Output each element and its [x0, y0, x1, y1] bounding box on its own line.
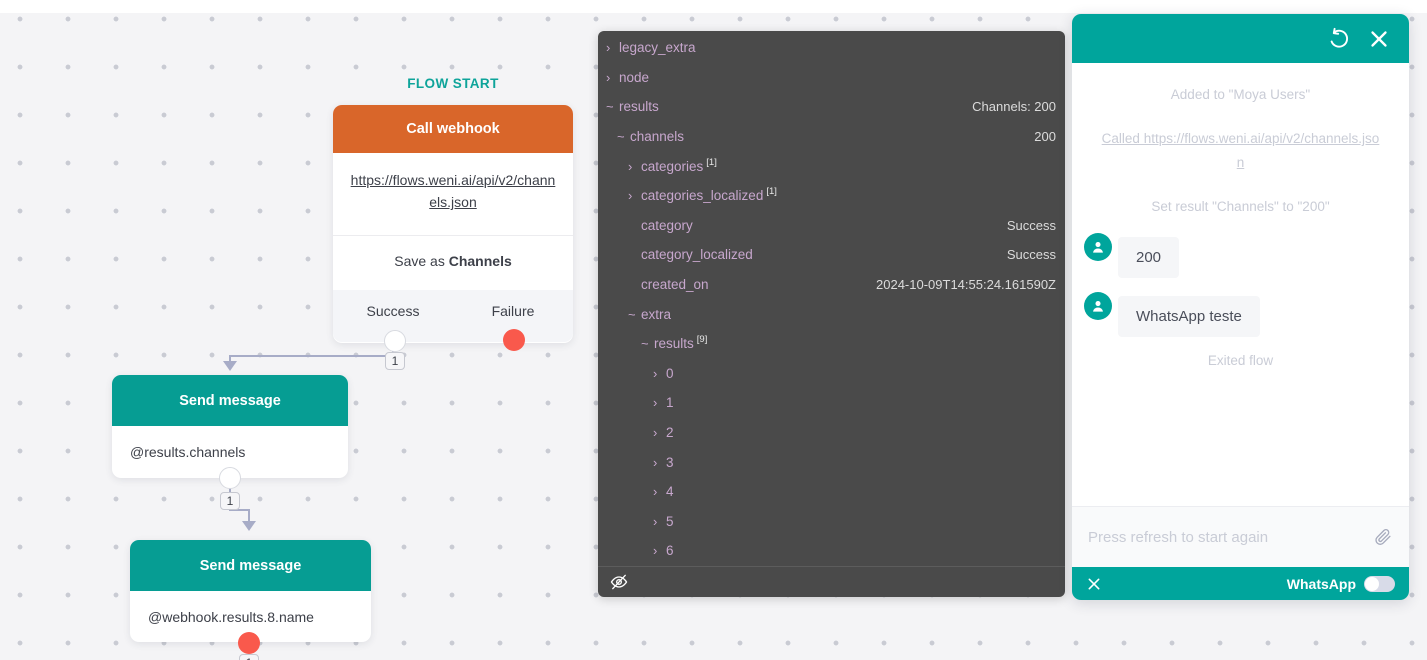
collapsed-arrow-icon[interactable]: › — [653, 425, 666, 440]
webhook-save-result: Save as Channels — [333, 236, 573, 290]
tree-row-item-2[interactable]: ›2 — [598, 418, 1065, 448]
send-message-title[interactable]: Send message — [112, 375, 348, 426]
connector-arrowhead — [242, 521, 256, 531]
collapsed-arrow-icon[interactable]: › — [606, 40, 619, 55]
collapsed-arrow-icon[interactable]: › — [628, 188, 641, 203]
save-as-name: Channels — [449, 253, 512, 269]
tree-row-item-0[interactable]: ›0 — [598, 359, 1065, 389]
json-tree: ›legacy_extra ›node ~resultsChannels: 20… — [598, 33, 1065, 566]
simulator-panel: Added to "Moya Users" Called https://flo… — [1072, 14, 1409, 600]
collapsed-arrow-icon[interactable]: › — [653, 455, 666, 470]
collapsed-arrow-icon[interactable]: › — [653, 484, 666, 499]
attachment-icon[interactable] — [1373, 527, 1393, 547]
expanded-arrow-icon[interactable]: ~ — [606, 99, 619, 114]
tree-row-item-4[interactable]: ›4 — [598, 477, 1065, 507]
refresh-icon[interactable] — [1327, 27, 1351, 51]
simulator-footer: WhatsApp — [1072, 567, 1409, 600]
close-icon[interactable] — [1086, 576, 1102, 592]
tree-row-extra-results[interactable]: ~results[9] — [598, 329, 1065, 359]
activity-count-badge[interactable]: 1 — [385, 352, 405, 370]
message-bubble: WhatsApp teste — [1118, 296, 1260, 337]
tree-row-category[interactable]: categorySuccess — [598, 211, 1065, 241]
save-as-prefix: Save as — [394, 253, 448, 269]
message-row: WhatsApp teste — [1084, 292, 1409, 337]
send-message-title[interactable]: Send message — [130, 540, 371, 591]
message-bubble: 200 — [1118, 237, 1179, 278]
person-icon — [1090, 239, 1106, 255]
collapsed-arrow-icon[interactable]: › — [653, 366, 666, 381]
collapsed-arrow-icon[interactable]: › — [628, 159, 641, 174]
activity-count-badge[interactable]: 1 — [220, 492, 240, 510]
send-message-node-2[interactable]: Send message @webhook.results.8.name — [130, 540, 371, 642]
message1-exit-port[interactable] — [219, 467, 241, 489]
expanded-arrow-icon[interactable]: ~ — [628, 307, 641, 322]
simulator-header — [1072, 14, 1409, 63]
tree-row-item-3[interactable]: ›3 — [598, 447, 1065, 477]
flow-start-label: FLOW START — [333, 76, 573, 91]
tree-row-item-6[interactable]: ›6 — [598, 536, 1065, 566]
failure-exit-port[interactable] — [503, 329, 525, 351]
person-icon — [1090, 298, 1106, 314]
event-exited-flow: Exited flow — [1072, 353, 1409, 368]
inspector-footer — [598, 566, 1065, 597]
array-count: [9] — [697, 334, 708, 345]
eye-off-icon[interactable] — [609, 572, 629, 592]
connector-webhook-success — [230, 355, 394, 357]
collapsed-arrow-icon[interactable]: › — [653, 543, 666, 558]
close-icon[interactable] — [1367, 27, 1391, 51]
tree-row-results[interactable]: ~resultsChannels: 200 — [598, 92, 1065, 122]
tree-row-legacy-extra[interactable]: ›legacy_extra — [598, 33, 1065, 63]
send-message-node-1[interactable]: Send message @results.channels — [112, 375, 348, 478]
tree-row-item-5[interactable]: ›5 — [598, 507, 1065, 537]
tree-row-category-localized[interactable]: category_localizedSuccess — [598, 240, 1065, 270]
call-webhook-node[interactable]: Call webhook https://flows.weni.ai/api/v… — [333, 105, 573, 343]
tree-row-extra[interactable]: ~extra — [598, 299, 1065, 329]
message-row: 200 — [1084, 233, 1409, 278]
tree-row-node[interactable]: ›node — [598, 63, 1065, 93]
tree-row-item-1[interactable]: ›1 — [598, 388, 1065, 418]
webhook-exits: Success Failure — [333, 290, 573, 342]
tree-row-created-on[interactable]: created_on2024-10-09T14:55:24.161590Z — [598, 270, 1065, 300]
webhook-node-title[interactable]: Call webhook — [333, 105, 573, 153]
success-exit-port[interactable] — [384, 330, 406, 352]
channel-label: WhatsApp — [1287, 576, 1356, 592]
connector-msg1 — [248, 509, 250, 521]
connector-arrowhead — [223, 361, 237, 371]
toggle-knob — [1365, 577, 1379, 591]
message2-exit-port[interactable] — [238, 632, 260, 654]
tree-row-channels[interactable]: ~channels200 — [598, 122, 1065, 152]
message-input[interactable] — [1088, 529, 1373, 546]
activity-count-badge[interactable]: 1 — [239, 654, 259, 660]
json-inspector-panel: ›legacy_extra ›node ~resultsChannels: 20… — [598, 31, 1065, 597]
collapsed-arrow-icon[interactable]: › — [606, 70, 619, 85]
top-strip — [0, 0, 1427, 13]
expanded-arrow-icon[interactable]: ~ — [617, 129, 630, 144]
simulator-log: Added to "Moya Users" Called https://flo… — [1072, 63, 1409, 506]
collapsed-arrow-icon[interactable]: › — [653, 395, 666, 410]
bot-avatar — [1084, 292, 1112, 320]
collapsed-arrow-icon[interactable]: › — [653, 514, 666, 529]
event-added-to-group: Added to "Moya Users" — [1098, 83, 1383, 107]
event-set-result: Set result "Channels" to "200" — [1098, 195, 1383, 219]
tree-row-categories-localized[interactable]: ›categories_localized[1] — [598, 181, 1065, 211]
simulator-input-row — [1072, 506, 1409, 567]
webhook-url[interactable]: https://flows.weni.ai/api/v2/channels.js… — [333, 153, 573, 236]
array-count: [1] — [766, 186, 777, 197]
tree-row-categories[interactable]: ›categories[1] — [598, 151, 1065, 181]
bot-avatar — [1084, 233, 1112, 261]
array-count: [1] — [706, 157, 717, 168]
expanded-arrow-icon[interactable]: ~ — [641, 336, 654, 351]
event-called-webhook-link[interactable]: Called https://flows.weni.ai/api/v2/chan… — [1098, 127, 1383, 175]
channel-toggle[interactable] — [1364, 576, 1395, 592]
